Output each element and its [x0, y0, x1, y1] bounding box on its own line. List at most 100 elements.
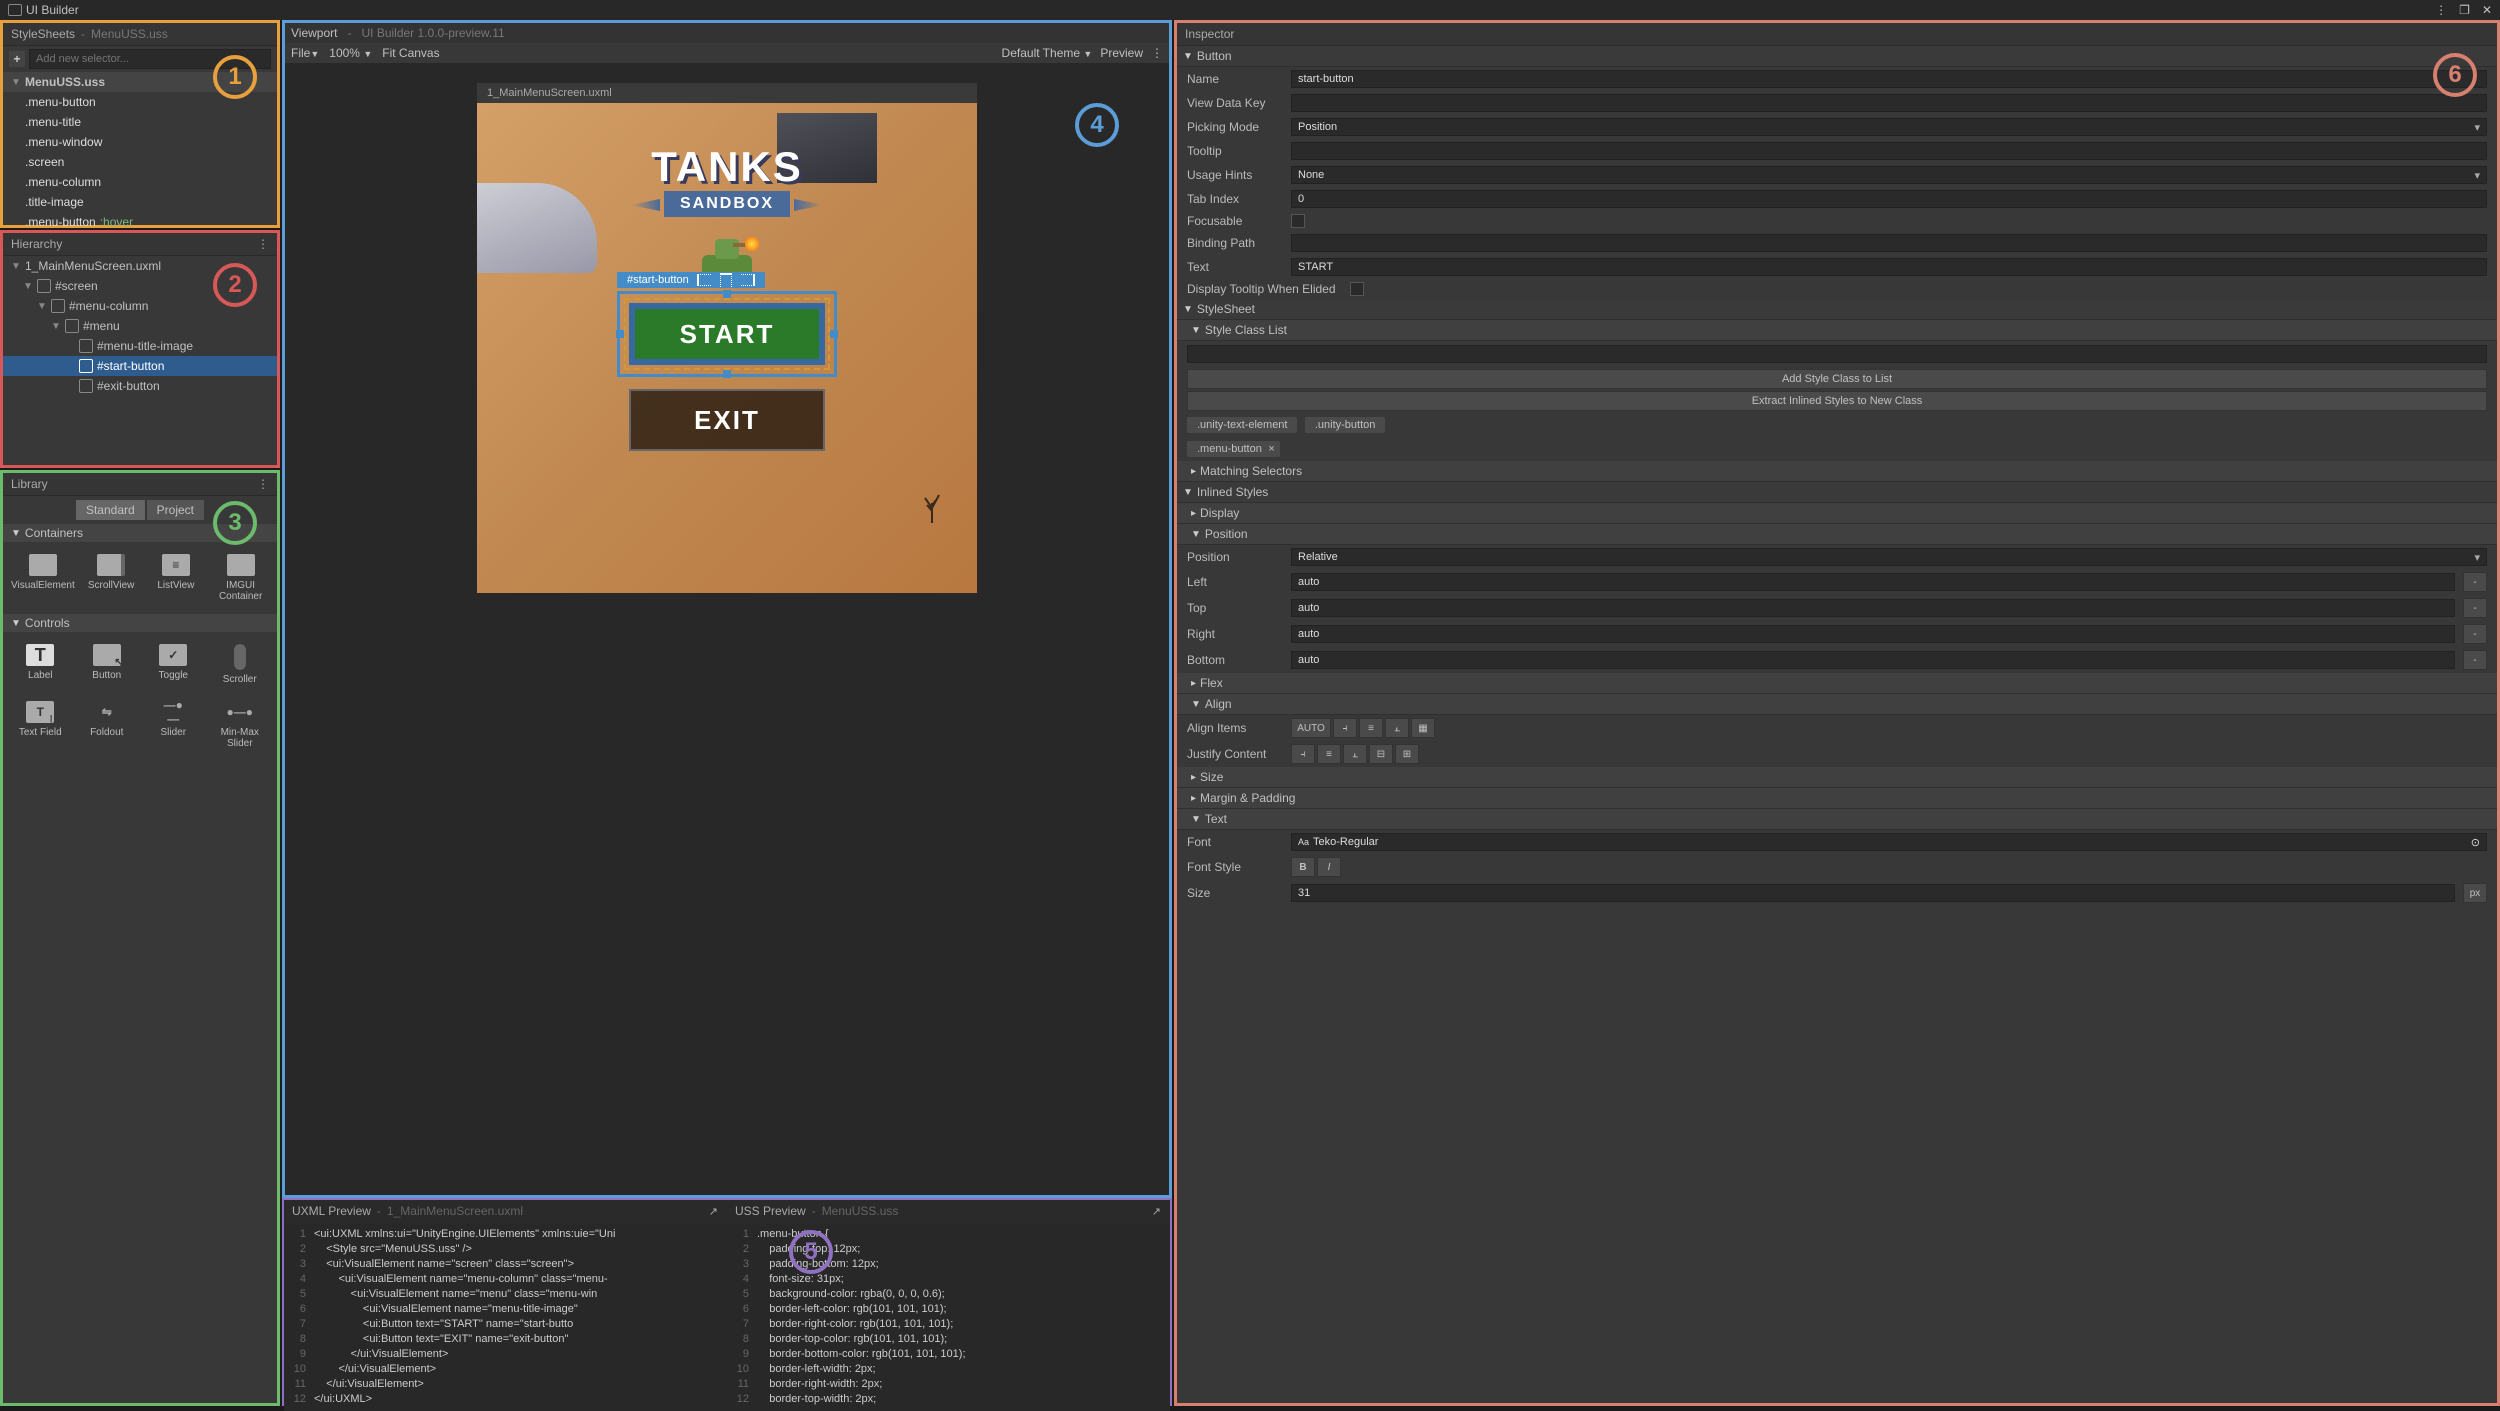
pickingmode-dropdown[interactable]: Position	[1291, 118, 2487, 136]
unit-toggle[interactable]: -	[2463, 572, 2487, 592]
popout-icon[interactable]: ↗	[1152, 1205, 1161, 1218]
uxml-code[interactable]: 1<ui:UXML xmlns:ui="UnityEngine.UIElemen…	[284, 1223, 726, 1411]
insp-inlined-header[interactable]: ▼Inlined Styles	[1177, 482, 2497, 503]
align-center-button[interactable]: ≡	[1359, 718, 1383, 738]
add-selector-button[interactable]: +	[9, 51, 25, 67]
selector-row[interactable]: .menu-window	[3, 132, 277, 152]
justify-between-button[interactable]: ⊟	[1369, 744, 1393, 764]
bold-button[interactable]: B	[1291, 857, 1315, 877]
unit-toggle[interactable]: -	[2463, 598, 2487, 618]
insp-classlist-header[interactable]: ▼Style Class List	[1177, 320, 2497, 341]
start-button-preview[interactable]: START	[629, 303, 825, 365]
lib-slider[interactable]: —●—Slider	[142, 695, 205, 755]
insp-display-header[interactable]: ▸Display	[1177, 503, 2497, 524]
window-controls[interactable]: ⋮ ❐ ✕	[2435, 3, 2492, 17]
class-input[interactable]	[1187, 345, 2487, 363]
hierarchy-node[interactable]: ▼#menu	[3, 316, 277, 336]
flex-icon[interactable]	[697, 274, 711, 286]
selector-row[interactable]: .title-image	[3, 192, 277, 212]
bottom-field[interactable]	[1291, 651, 2455, 669]
left-field[interactable]	[1291, 573, 2455, 591]
insp-stylesheet-header[interactable]: ▼StyleSheet	[1177, 299, 2497, 320]
lib-scroller[interactable]: Scroller	[209, 638, 272, 691]
canvas-area[interactable]: 1_MainMenuScreen.uxml TANKS SANDBOX	[285, 63, 1169, 1195]
zoom-dropdown[interactable]: 100% ▼	[329, 46, 372, 60]
position-dropdown[interactable]: Relative	[1291, 548, 2487, 566]
insp-position-header[interactable]: ▼Position	[1177, 524, 2497, 545]
selector-row[interactable]: .menu-button:hover	[3, 212, 277, 232]
viewdatakey-field[interactable]	[1291, 94, 2487, 112]
align-start-button[interactable]: ⫞	[1333, 718, 1357, 738]
right-field[interactable]	[1291, 625, 2455, 643]
maximize-icon[interactable]: ❐	[2459, 3, 2470, 17]
more-icon[interactable]: ⋮	[2435, 3, 2447, 17]
lib-scrollview[interactable]: ScrollView	[81, 548, 142, 608]
justify-center-button[interactable]: ≡	[1317, 744, 1341, 764]
font-picker-icon[interactable]: ⊙	[2471, 836, 2480, 849]
unit-toggle[interactable]: -	[2463, 650, 2487, 670]
game-canvas[interactable]: TANKS SANDBOX #start-button	[477, 103, 977, 593]
lib-textfield[interactable]: T|Text Field	[9, 695, 72, 755]
insp-text-header[interactable]: ▼Text	[1177, 809, 2497, 830]
lib-visualelement[interactable]: VisualElement	[9, 548, 77, 608]
flex-icon[interactable]	[741, 274, 755, 286]
name-field[interactable]	[1291, 70, 2487, 88]
lib-label[interactable]: TLabel	[9, 638, 72, 691]
justify-start-button[interactable]: ⫞	[1291, 744, 1315, 764]
bindingpath-field[interactable]	[1291, 234, 2487, 252]
tabindex-field[interactable]	[1291, 190, 2487, 208]
class-chip[interactable]: .unity-button	[1305, 417, 1386, 433]
theme-dropdown[interactable]: Default Theme ▼	[1002, 46, 1093, 60]
italic-button[interactable]: I	[1317, 857, 1341, 877]
justify-end-button[interactable]: ⫠	[1343, 744, 1367, 764]
selection-outline[interactable]: #start-button START	[617, 291, 837, 377]
insp-size-header[interactable]: ▸Size	[1177, 767, 2497, 788]
focusable-checkbox[interactable]	[1291, 214, 1305, 228]
insp-matching-header[interactable]: ▸Matching Selectors	[1177, 461, 2497, 482]
selector-row[interactable]: .screen	[3, 152, 277, 172]
tooltip-field[interactable]	[1291, 142, 2487, 160]
class-chip[interactable]: .unity-text-element	[1187, 417, 1297, 433]
insp-type-header[interactable]: ▼Button	[1177, 46, 2497, 67]
tab-project[interactable]: Project	[147, 500, 204, 520]
lib-listview[interactable]: ≡ListView	[146, 548, 207, 608]
fit-canvas-button[interactable]: Fit Canvas	[382, 46, 439, 60]
align-end-button[interactable]: ⫠	[1385, 718, 1409, 738]
unit-toggle[interactable]: -	[2463, 624, 2487, 644]
lib-button[interactable]: ↖Button	[76, 638, 139, 691]
tab-standard[interactable]: Standard	[76, 500, 145, 520]
insp-align-header[interactable]: ▼Align	[1177, 694, 2497, 715]
unit-toggle[interactable]: px	[2463, 883, 2487, 903]
extract-styles-button[interactable]: Extract Inlined Styles to New Class	[1187, 391, 2487, 411]
justify-around-button[interactable]: ⊞	[1395, 744, 1419, 764]
class-chip[interactable]: .menu-button	[1187, 441, 1280, 457]
exit-button-preview[interactable]: EXIT	[629, 389, 825, 451]
panel-menu-icon[interactable]: ⋮	[257, 237, 269, 251]
font-field[interactable]: AaTeko-Regular ⊙	[1291, 833, 2487, 851]
file-menu[interactable]: File▼	[291, 46, 319, 60]
popout-icon[interactable]: ↗	[709, 1205, 718, 1218]
panel-menu-icon[interactable]: ⋮	[257, 477, 269, 491]
hierarchy-node[interactable]: #menu-title-image	[3, 336, 277, 356]
close-icon[interactable]: ✕	[2482, 3, 2492, 17]
align-auto-button[interactable]: AUTO	[1291, 718, 1331, 738]
preview-button[interactable]: Preview	[1100, 46, 1143, 60]
lib-foldout[interactable]: ⇋Foldout	[76, 695, 139, 755]
lib-minmax-slider[interactable]: ●—●Min-Max Slider	[209, 695, 272, 755]
fontsize-field[interactable]	[1291, 884, 2455, 902]
hierarchy-node-selected[interactable]: #start-button	[3, 356, 277, 376]
text-field[interactable]	[1291, 258, 2487, 276]
flex-icon[interactable]	[720, 273, 732, 287]
displaytooltip-checkbox[interactable]	[1350, 282, 1364, 296]
add-class-button[interactable]: Add Style Class to List	[1187, 369, 2487, 389]
top-field[interactable]	[1291, 599, 2455, 617]
align-stretch-button[interactable]: ▦	[1411, 718, 1435, 738]
lib-toggle[interactable]: ✓Toggle	[142, 638, 205, 691]
selector-row[interactable]: .menu-column	[3, 172, 277, 192]
usagehints-dropdown[interactable]: None	[1291, 166, 2487, 184]
panel-menu-icon[interactable]: ⋮	[1151, 46, 1163, 60]
insp-margin-header[interactable]: ▸Margin & Padding	[1177, 788, 2497, 809]
insp-flex-header[interactable]: ▸Flex	[1177, 673, 2497, 694]
selector-row[interactable]: .menu-title	[3, 112, 277, 132]
lib-imgui[interactable]: IMGUI Container	[210, 548, 271, 608]
